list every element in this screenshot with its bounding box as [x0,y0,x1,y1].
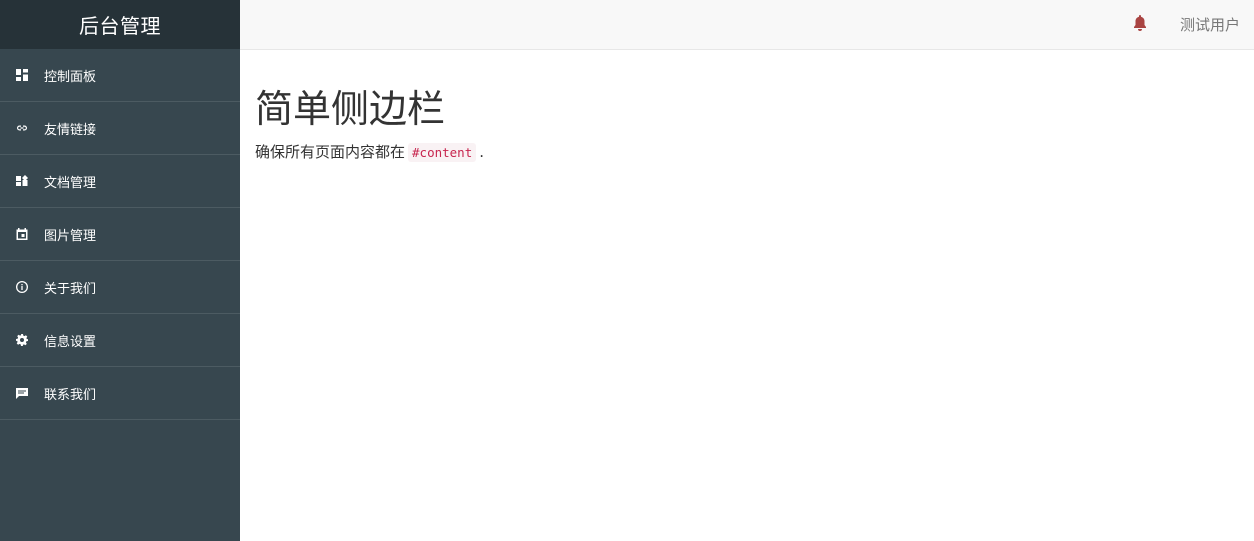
sidebar-item-dashboard[interactable]: 控制面板 [0,49,240,102]
sidebar-item-about[interactable]: 关于我们 [0,261,240,314]
dashboard-icon [0,49,44,102]
page-title: 简单侧边栏 [255,87,446,131]
bell-icon[interactable] [1133,15,1149,31]
sidebar: 后台管理 控制面板 友情链接 文档管理 图片管理 关于我们 信息设置 联系我们 [0,0,240,541]
sidebar-item-label: 控制面板 [44,69,97,85]
user-menu[interactable]: 测试用户 [1180,14,1240,35]
sidebar-item-label: 联系我们 [44,387,97,403]
info-icon [0,261,44,314]
calendar-icon [0,208,44,261]
description-text: 确保所有页面内容都在 [255,143,406,161]
sidebar-item-documents[interactable]: 文档管理 [0,155,240,208]
brand-title[interactable]: 后台管理 [0,0,240,49]
sidebar-item-images[interactable]: 图片管理 [0,208,240,261]
sidebar-item-label: 友情链接 [44,122,97,138]
chat-icon [0,367,44,420]
main-content: 简单侧边栏 确保所有页面内容都在 #content. [255,86,1235,165]
gear-icon [0,314,44,367]
documents-icon [0,155,44,208]
description-period: . [479,143,485,161]
link-icon [0,102,44,155]
sidebar-item-label: 信息设置 [44,334,97,350]
sidebar-item-contact[interactable]: 联系我们 [0,367,240,420]
page-description: 确保所有页面内容都在 #content. [255,140,1235,165]
app-root: 后台管理 控制面板 友情链接 文档管理 图片管理 关于我们 信息设置 联系我们 … [0,0,1254,541]
sidebar-item-label: 图片管理 [44,228,97,244]
sidebar-item-label: 关于我们 [44,281,97,297]
sidebar-item-links[interactable]: 友情链接 [0,102,240,155]
content-code: #content [408,143,477,162]
sidebar-item-label: 文档管理 [44,175,97,191]
top-navbar: 测试用户 [240,0,1254,50]
sidebar-item-settings[interactable]: 信息设置 [0,314,240,367]
